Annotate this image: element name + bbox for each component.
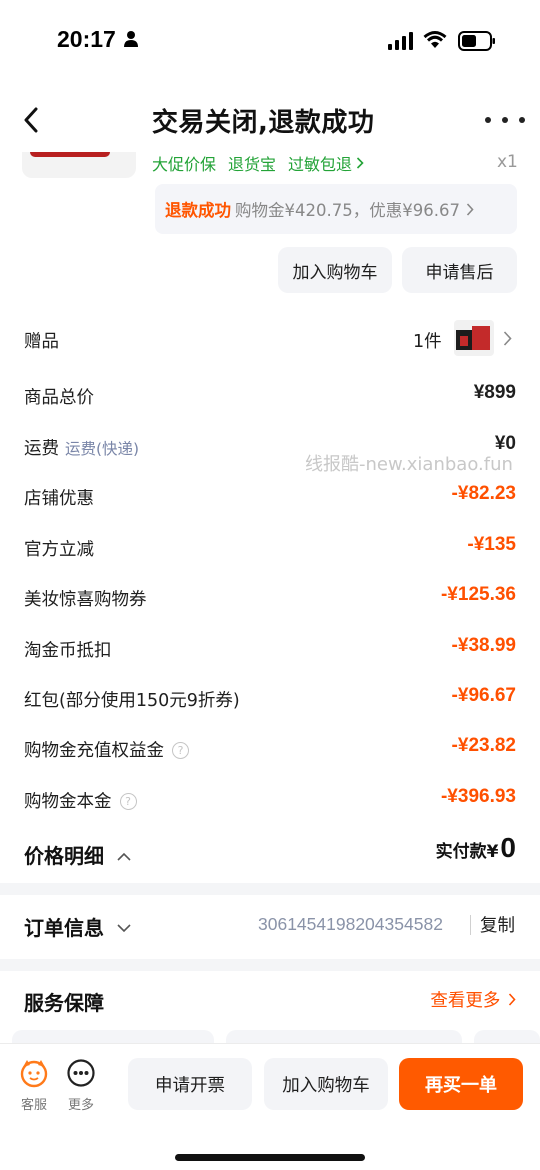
red-packet-label: 红包(部分使用150元9折券) (24, 691, 240, 711)
official-reduce-value: -¥135 (467, 534, 516, 555)
refund-detail-text: 购物金¥420.75，优惠¥96.67 (235, 201, 460, 220)
more-button[interactable]: 更多 (61, 1058, 101, 1113)
price-detail-title: 价格明细 (24, 844, 104, 868)
price-row-official-reduce: 官方立减 -¥135 (0, 528, 540, 568)
section-divider (0, 959, 540, 971)
view-more-link[interactable]: 查看更多 (430, 987, 516, 1012)
more-options-button[interactable] (485, 106, 525, 134)
product-service-tags[interactable]: 大促价保 退货宝 过敏包退 (152, 151, 364, 175)
section-divider (0, 883, 540, 895)
official-reduce-label: 官方立减 (24, 540, 94, 560)
nav-bar: 交易关闭,退款成功 (0, 92, 540, 152)
paid-amount: 实付款¥ 0 (436, 832, 516, 864)
chevron-right-icon (503, 331, 512, 346)
order-info-title: 订单信息 (24, 916, 104, 940)
chevron-right-icon (508, 993, 516, 1006)
price-row-coin-deduct: 淘金币抵扣 -¥38.99 (0, 629, 540, 669)
total-label: 商品总价 (24, 388, 94, 408)
customer-service-label: 客服 (20, 1098, 47, 1113)
more-dot-icon (485, 117, 491, 123)
signal-icon (388, 32, 413, 50)
shopping-gold-principal-text: 购物金本金 (24, 792, 112, 812)
order-info-row: 订单信息 3061454198204354582 复制 (0, 900, 540, 950)
chevron-up-icon (117, 852, 131, 861)
price-row-store-discount: 店铺优惠 -¥82.23 (0, 477, 540, 517)
copy-button[interactable]: 复制 (480, 912, 515, 937)
after-sale-button[interactable]: 申请售后 (402, 247, 517, 293)
shipping-label: 运费 运费(快递) (24, 435, 139, 460)
divider (470, 915, 471, 935)
status-time: 20:17 (57, 26, 116, 52)
status-bar: 20:17 (0, 0, 540, 82)
more-label: 更多 (67, 1098, 94, 1113)
home-indicator (175, 1154, 365, 1161)
coin-deduct-value: -¥38.99 (451, 635, 516, 656)
refund-status-text: 退款成功 (165, 201, 231, 220)
shopping-gold-benefit-text: 购物金充值权益金 (24, 741, 164, 761)
tag-return-insurance: 退货宝 (228, 155, 277, 174)
tag-price-protect: 大促价保 (152, 155, 217, 174)
paid-amount-value: 0 (500, 832, 516, 863)
price-row-total: 商品总价 ¥899 (0, 376, 540, 416)
gift-row[interactable]: 赠品 1件 (0, 320, 540, 360)
order-info-toggle[interactable]: 订单信息 (24, 912, 131, 941)
page-title: 交易关闭,退款成功 (152, 108, 375, 138)
product-image[interactable] (22, 152, 136, 178)
bottom-add-to-cart-button[interactable]: 加入购物车 (264, 1058, 388, 1110)
coin-deduct-label: 淘金币抵扣 (24, 641, 112, 661)
service-title: 服务保障 (24, 991, 104, 1015)
chevron-right-icon (466, 202, 474, 216)
shipping-method: 运费(快递) (65, 440, 140, 458)
price-row-red-packet: 红包(部分使用150元9折券) -¥96.67 (0, 679, 540, 719)
shopping-gold-principal-label: 购物金本金? (24, 788, 137, 813)
back-button[interactable] (14, 100, 48, 140)
price-row-beauty-coupon: 美妆惊喜购物券 -¥125.36 (0, 578, 540, 618)
chevron-down-icon (117, 924, 131, 933)
add-to-cart-button[interactable]: 加入购物车 (278, 247, 392, 293)
gift-count: 1件 (413, 332, 442, 352)
gift-label: 赠品 (24, 332, 59, 352)
battery-icon (458, 31, 495, 51)
person-icon (124, 31, 138, 47)
refund-status-box[interactable]: 退款成功 购物金¥420.75，优惠¥96.67 (155, 184, 517, 234)
bottom-action-bar: 客服 更多 申请开票 加入购物车 再买一单 (0, 1043, 540, 1170)
total-value: ¥899 (473, 382, 516, 403)
paid-label: 实付款¥ (435, 842, 499, 862)
store-discount-value: -¥82.23 (451, 483, 516, 504)
price-row-shopping-gold-benefit: 购物金充值权益金? -¥23.82 (0, 729, 540, 769)
view-more-label: 查看更多 (430, 991, 501, 1011)
back-arrow-icon (24, 107, 38, 133)
shopping-gold-benefit-label: 购物金充值权益金? (24, 737, 189, 762)
store-discount-label: 店铺优惠 (24, 489, 94, 509)
service-row: 服务保障 查看更多 (0, 975, 540, 1025)
order-number: 3061454198204354582 (258, 914, 443, 934)
customer-service-button[interactable]: 客服 (14, 1058, 54, 1113)
shipping-label-text: 运费 (24, 439, 59, 459)
more-circle-icon (67, 1059, 95, 1087)
tag-allergy-return: 过敏包退 (288, 155, 353, 174)
help-icon[interactable]: ? (119, 793, 137, 810)
rebuy-button[interactable]: 再买一单 (399, 1058, 523, 1110)
more-dot-icon (502, 117, 508, 123)
product-quantity: x1 (497, 152, 518, 172)
beauty-coupon-label: 美妆惊喜购物券 (24, 590, 147, 610)
customer-service-icon (20, 1060, 48, 1088)
red-packet-value: -¥96.67 (451, 685, 516, 706)
invoice-button[interactable]: 申请开票 (128, 1058, 252, 1110)
gift-image (454, 320, 494, 356)
help-icon[interactable]: ? (172, 742, 189, 759)
watermark: 线报酷-new.xianbao.fun (305, 454, 513, 475)
price-row-shopping-gold-principal: 购物金本金? -¥396.93 (0, 780, 540, 820)
beauty-coupon-value: -¥125.36 (440, 584, 516, 605)
price-summary-row: 价格明细 实付款¥ 0 (0, 832, 540, 872)
price-detail-toggle[interactable]: 价格明细 (24, 840, 131, 869)
shopping-gold-benefit-value: -¥23.82 (451, 735, 516, 756)
wifi-icon (423, 31, 447, 48)
shopping-gold-principal-value: -¥396.93 (440, 786, 516, 807)
more-dot-icon (519, 117, 525, 123)
chevron-right-icon (356, 157, 364, 169)
